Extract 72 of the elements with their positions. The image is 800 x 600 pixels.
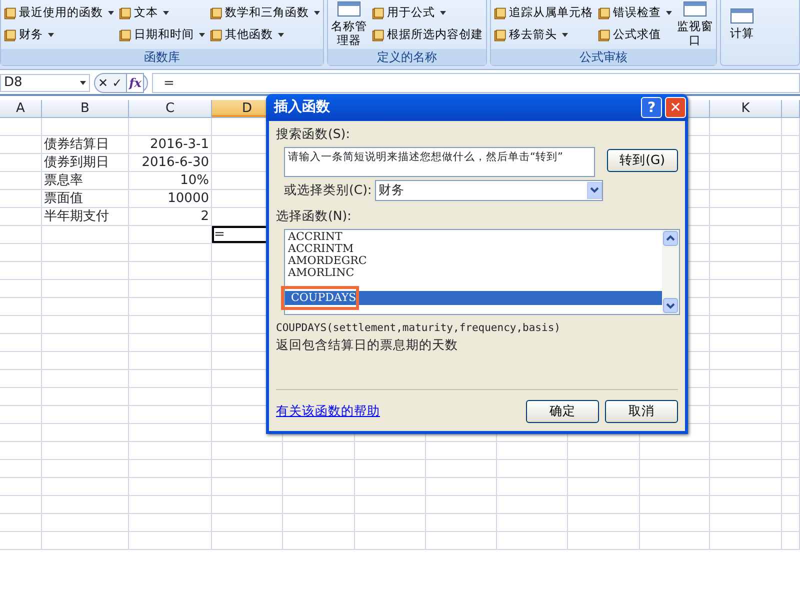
ribbon-button[interactable]: 错误检查 bbox=[598, 4, 672, 22]
table-cell: 2 bbox=[129, 208, 212, 225]
ribbon-button[interactable]: 日期和时间 bbox=[119, 26, 205, 44]
list-item[interactable]: ACCRINTM bbox=[285, 242, 662, 254]
column-header[interactable]: A bbox=[0, 100, 42, 117]
category-dropdown[interactable]: 财务 bbox=[374, 180, 603, 201]
ribbon-button[interactable]: 其他函数 bbox=[210, 26, 320, 44]
table-cell: 10% bbox=[129, 172, 212, 189]
ribbon-button[interactable]: 文本 bbox=[119, 4, 205, 22]
book-icon bbox=[372, 28, 385, 42]
group-label: 定义的名称 bbox=[328, 49, 486, 65]
table-cell: 债券到期日 bbox=[42, 154, 129, 171]
scroll-up-icon[interactable] bbox=[663, 230, 678, 246]
ribbon-button[interactable]: 根据所选内容创建 bbox=[372, 26, 483, 44]
function-signature: COUPDAYS(settlement,maturity,frequency,basis) bbox=[276, 320, 562, 336]
chevron-down-icon bbox=[590, 187, 599, 194]
book-icon bbox=[210, 28, 223, 42]
function-description: 返回包含结算日的票息期的天数 bbox=[276, 336, 459, 354]
column-header[interactable]: K bbox=[710, 100, 782, 117]
ok-button[interactable]: 确定 bbox=[526, 400, 599, 423]
go-button[interactable]: 转到(G) bbox=[606, 148, 678, 172]
field-label: 或选择类别(C): bbox=[284, 180, 372, 199]
insert-function-button[interactable]: fx bbox=[126, 73, 144, 93]
table-cell: 10000 bbox=[129, 190, 212, 207]
scroll-down-icon[interactable] bbox=[663, 298, 678, 312]
ribbon-button[interactable]: 用于公式 bbox=[372, 4, 483, 22]
ribbon-button[interactable]: 移去箭头 bbox=[494, 26, 593, 44]
search-field[interactable]: 请输入一条简短说明来描述您想做什么，然后单击“转到” bbox=[284, 146, 595, 177]
table-cell: 债券结算日 bbox=[42, 136, 129, 153]
formula-field[interactable]: = bbox=[152, 73, 800, 93]
window-icon bbox=[730, 8, 754, 24]
name-box[interactable]: D8 bbox=[0, 74, 90, 92]
table-cell: 票面值 bbox=[42, 190, 129, 207]
ribbon-button[interactable]: 公式求值 bbox=[598, 26, 672, 44]
table-cell: 半年期支付 bbox=[42, 208, 129, 225]
field-label: 搜索函数(S): bbox=[276, 125, 351, 143]
field-label: 选择函数(N): bbox=[276, 206, 352, 225]
book-icon bbox=[119, 6, 132, 20]
table-cell: 2016-6-30 bbox=[129, 154, 212, 171]
ribbon-button[interactable]: 财务 bbox=[4, 26, 114, 44]
book-icon bbox=[598, 6, 611, 20]
book-icon bbox=[119, 28, 132, 42]
help-button[interactable]: ? bbox=[641, 97, 662, 118]
active-cell[interactable]: = bbox=[212, 226, 283, 243]
window-icon bbox=[337, 1, 361, 17]
ribbon-button[interactable]: 最近使用的函数 bbox=[4, 4, 114, 22]
ribbon-button[interactable]: 数学和三角函数 bbox=[210, 4, 320, 22]
ribbon-button[interactable]: 监视窗口 bbox=[677, 1, 713, 47]
cancel-icon[interactable]: ✕ bbox=[98, 74, 108, 92]
book-icon bbox=[4, 28, 17, 42]
book-icon bbox=[598, 28, 611, 42]
book-icon bbox=[372, 6, 385, 20]
help-link[interactable]: 有关该函数的帮助 bbox=[276, 402, 380, 421]
list-item[interactable]: COUPDAYS bbox=[285, 290, 662, 304]
book-icon bbox=[494, 6, 507, 20]
list-item[interactable]: AMORDEGRC bbox=[285, 254, 662, 266]
list-item[interactable]: ACCRINT bbox=[285, 230, 662, 242]
ribbon-button[interactable]: 名称管理器 bbox=[331, 1, 367, 47]
ribbon-button[interactable]: 追踪从属单元格 bbox=[494, 4, 593, 22]
book-icon bbox=[210, 6, 223, 20]
book-icon bbox=[494, 28, 507, 42]
table-cell: 2016-3-1 bbox=[129, 136, 212, 153]
window-icon bbox=[683, 1, 707, 17]
column-header[interactable]: B bbox=[42, 100, 129, 117]
close-button[interactable]: ✕ bbox=[665, 97, 686, 118]
enter-icon[interactable]: ✓ bbox=[112, 74, 122, 92]
table-cell: 票息率 bbox=[42, 172, 129, 189]
book-icon bbox=[4, 6, 17, 20]
list-item[interactable]: AMORLINC bbox=[285, 266, 662, 278]
group-label: 公式审核 bbox=[491, 49, 716, 65]
group-label: 函数库 bbox=[1, 49, 323, 65]
cancel-button[interactable]: 取消 bbox=[605, 400, 678, 423]
